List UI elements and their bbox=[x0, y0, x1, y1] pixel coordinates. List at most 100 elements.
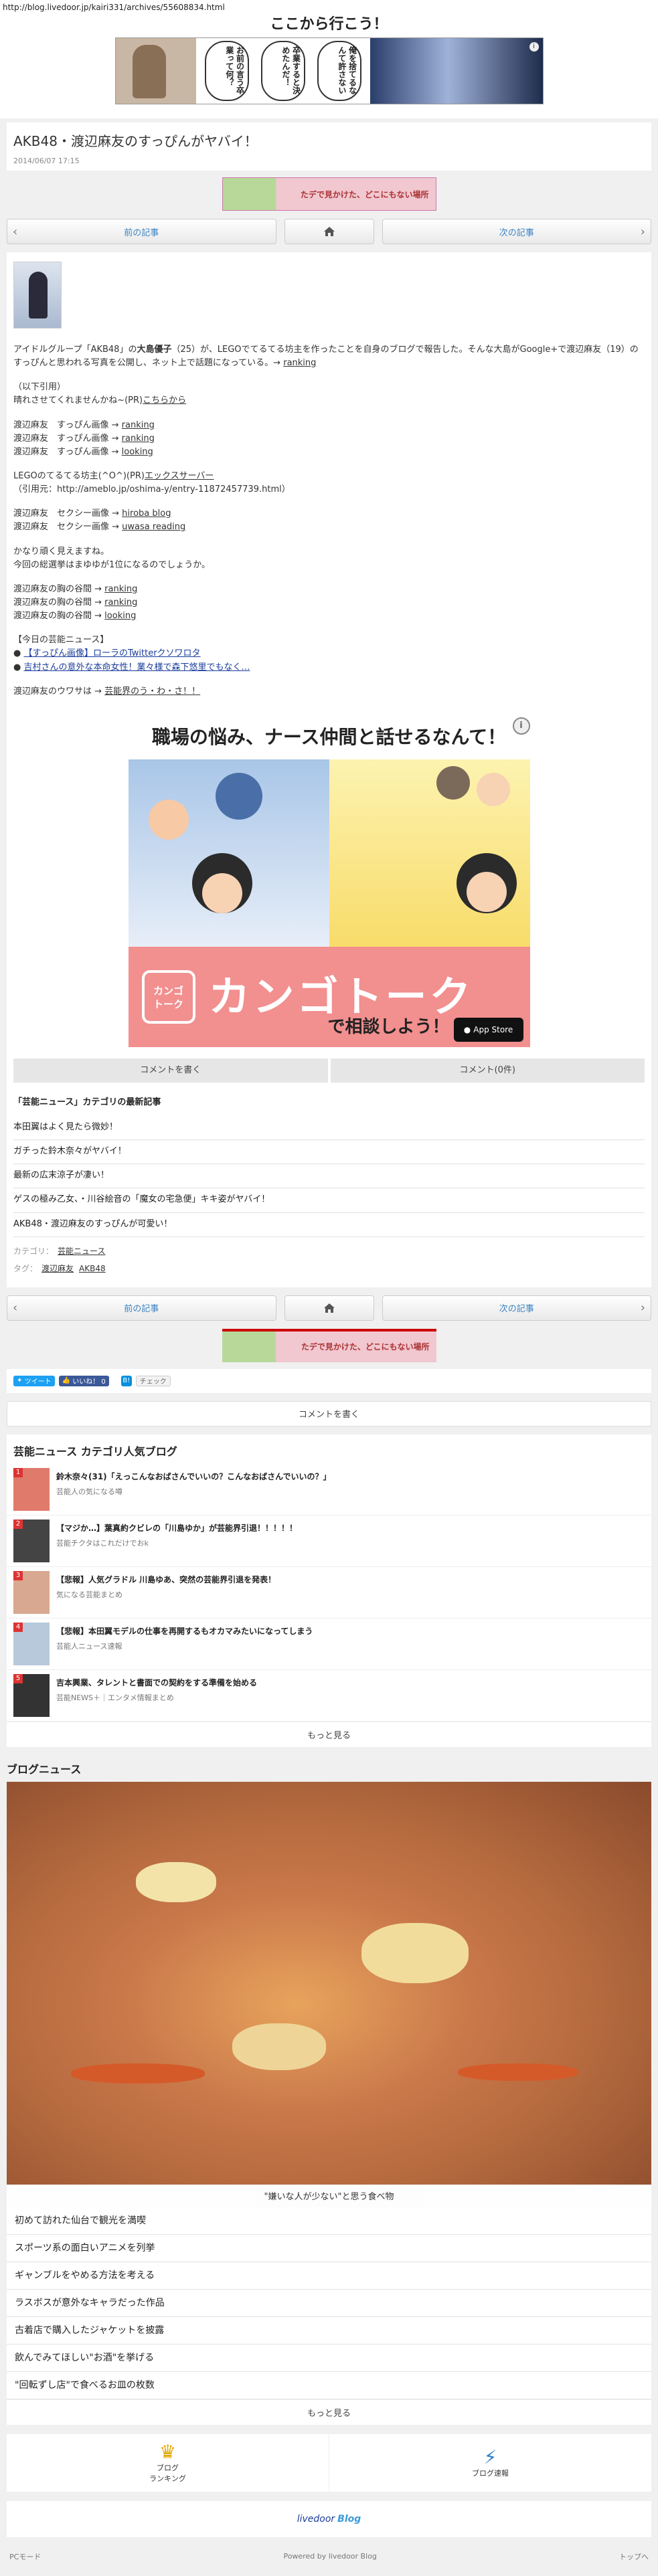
blog-flash-tab[interactable]: ⚡ ブログ速報 bbox=[329, 2433, 651, 2492]
ranking-link[interactable]: ranking bbox=[283, 358, 316, 368]
blog-news-more-button[interactable]: もっと見る bbox=[7, 2399, 651, 2425]
site-title[interactable]: ここから行こう！ bbox=[0, 15, 658, 35]
popular-more-button[interactable]: もっと見る bbox=[7, 1721, 651, 1747]
tag-link[interactable]: 渡辺麻友 bbox=[42, 1264, 74, 1273]
next-article-button[interactable]: 次の記事 › bbox=[382, 1295, 651, 1321]
next-article-button[interactable]: 次の記事 › bbox=[382, 219, 651, 244]
link-group-2: 渡辺麻友 セクシー画像 → hiroba blog 渡辺麻友 セクシー画像 → … bbox=[13, 507, 645, 534]
write-comment-bar[interactable]: コメントを書く bbox=[7, 1400, 651, 1427]
prev-article-button[interactable]: ‹ 前の記事 bbox=[7, 1295, 276, 1321]
home-button[interactable] bbox=[284, 1295, 374, 1321]
link-row-text: 渡辺麻友 すっぴん画像 → bbox=[13, 420, 122, 430]
write-comment-button[interactable]: コメントを書く bbox=[13, 1058, 328, 1083]
blog-news-photo[interactable] bbox=[7, 1781, 651, 2185]
livedoor-blog-logo[interactable]: livedoor Blog bbox=[7, 2500, 651, 2537]
tag-link[interactable]: AKB48 bbox=[79, 1264, 106, 1273]
today-news-link[interactable]: 吉村さんの意外な本命女性！業々様で森下悠里でもなく… bbox=[23, 662, 250, 672]
chevron-right-icon: › bbox=[640, 224, 645, 239]
meta-category-link[interactable]: 芸能ニュース bbox=[58, 1247, 105, 1256]
prev-article-button[interactable]: ‹ 前の記事 bbox=[7, 219, 276, 244]
ranking-item[interactable]: 1 鈴木奈々(31)「えっこんなおばさんでいいの？こんなおばさんでいいの？」 芸能… bbox=[7, 1464, 651, 1515]
link-row-link[interactable]: ranking bbox=[104, 597, 137, 608]
back-to-top-link[interactable]: トップへ bbox=[619, 2551, 649, 2562]
banner-city-image: i bbox=[369, 38, 543, 104]
ranking-title: 吉本興業、タレントと書面での契約をする準備を始める bbox=[56, 1677, 258, 1687]
article-nav-top: ‹ 前の記事 次の記事 › bbox=[7, 219, 651, 244]
closing-line: かなり頑く見えますね。 bbox=[13, 546, 110, 557]
link-row-link[interactable]: ranking bbox=[122, 434, 155, 444]
blog-wordmark: Blog bbox=[337, 2513, 361, 2524]
article-nav-bottom: ‹ 前の記事 次の記事 › bbox=[7, 1295, 651, 1321]
popular-blogs-title: 芸能ニュース カテゴリ人気ブログ bbox=[13, 1445, 177, 1458]
hatena-bookmark-button[interactable]: B! bbox=[120, 1375, 132, 1386]
comment-count-button[interactable]: コメント(0件) bbox=[330, 1058, 645, 1083]
ranking-thumbnail: 4 bbox=[13, 1622, 50, 1665]
list-item[interactable]: 本田翼はよく見たら微妙！ bbox=[13, 1116, 645, 1141]
link-row-link[interactable]: ranking bbox=[104, 584, 137, 594]
rumor-link[interactable]: 芸能界のう・わ・さ！！ bbox=[104, 686, 200, 697]
cite-link[interactable]: こちらから bbox=[143, 395, 186, 405]
like-button[interactable]: 👍 いいね！ 0 bbox=[58, 1375, 109, 1386]
list-item[interactable]: 初めて訪れた仙台で観光を満喫 bbox=[7, 2207, 651, 2235]
lightning-icon: ⚡ bbox=[483, 2446, 497, 2468]
rank-number: 5 bbox=[13, 1673, 23, 1683]
bottom-banner-ad[interactable]: たデで見かけた、どこにもない場所 bbox=[222, 1328, 436, 1362]
app-store-badge[interactable]: ● App Store bbox=[453, 1018, 523, 1042]
crown-icon: ♛ bbox=[159, 2440, 177, 2463]
ad-info-icon[interactable]: i bbox=[512, 717, 530, 735]
list-item[interactable]: "回転ずし店"で食べるお皿の枚数 bbox=[7, 2371, 651, 2399]
ranking-thumbnail: 3 bbox=[13, 1570, 50, 1614]
article-body: アイドルグループ「AKB48」の大島優子（25）が、LEGOでてるてる坊主を作っ… bbox=[7, 252, 651, 1287]
ranking-item[interactable]: 2 【マジか…】葉真約クビレの「川島ゆか」が芸能界引退！！！！！ 芸能チクタはこれ… bbox=[7, 1515, 651, 1567]
link-row-text: 渡辺麻友 セクシー画像 → bbox=[13, 509, 122, 519]
ranking-item[interactable]: 4 【悲報】本田翼モデルの仕事を再開するもオカマみたいになってしまう 芸能人ニュー… bbox=[7, 1619, 651, 1670]
list-item[interactable]: 飲んでみてほしい"お酒"を挙げる bbox=[7, 2344, 651, 2372]
ranking-source: 芸能NEWS＋｜エンタメ情報まとめ bbox=[56, 1693, 174, 1702]
list-item[interactable]: ラスボスが意外なキャラだった作品 bbox=[7, 2289, 651, 2317]
chevron-left-icon: ‹ bbox=[13, 1301, 18, 1315]
list-item[interactable]: 古着店で購入したジャケットを披露 bbox=[7, 2316, 651, 2344]
photo-caption[interactable]: "嫌いな人が少ない"と思う食べ物 bbox=[7, 2184, 651, 2207]
list-item[interactable]: スポーツ系の面白いアニメを列挙 bbox=[7, 2234, 651, 2262]
list-item[interactable]: AKB48・渡辺麻友のすっぴんが可愛い！ bbox=[13, 1213, 645, 1237]
link-row-link[interactable]: looking bbox=[122, 447, 153, 457]
lego-block: LEGOのてるてる坊主(^O^)(PR)エックスサーバー （引用元：http:/… bbox=[13, 470, 645, 496]
ranking-item[interactable]: 5 吉本興業、タレントと書面での契約をする準備を始める 芸能NEWS＋｜エンタメ情… bbox=[7, 1670, 651, 1722]
article-meta: カテゴリ： 芸能ニュース タグ： 渡辺麻友 AKB48 bbox=[13, 1245, 645, 1275]
ranking-title: 【悲報】本田翼モデルの仕事を再開するもオカマみたいになってしまう bbox=[56, 1626, 313, 1636]
page-footer: PCモード Powered by livedoor Blog トップへ bbox=[0, 2537, 658, 2576]
kangotalk-logo: カンゴ トーク bbox=[141, 970, 195, 1024]
link-row-link[interactable]: uwasa reading bbox=[122, 522, 185, 532]
ad-cta-text: で相談しよう！ bbox=[327, 1016, 450, 1037]
list-item[interactable]: ガチった鈴木奈々がヤバイ！ bbox=[13, 1140, 645, 1165]
ranking-thumbnail: 2 bbox=[13, 1519, 50, 1562]
pc-mode-link[interactable]: PCモード bbox=[9, 2551, 41, 2562]
link-row-link[interactable]: hiroba blog bbox=[122, 509, 171, 519]
link-row-link[interactable]: looking bbox=[104, 611, 136, 621]
check-button[interactable]: チェック bbox=[135, 1375, 171, 1386]
article-header: AKB48・渡辺麻友のすっぴんがヤバイ！ 2014/06/07 17:15 bbox=[7, 122, 651, 171]
home-button[interactable] bbox=[284, 219, 374, 244]
thumbs-up-icon: 👍 bbox=[62, 1377, 71, 1385]
banner-character-image bbox=[115, 38, 196, 104]
sponsor-link[interactable]: エックスサーバー bbox=[145, 471, 214, 481]
list-item[interactable]: ギャンブルをやめる方法を考える bbox=[7, 2262, 651, 2290]
home-icon bbox=[323, 227, 335, 236]
list-item[interactable]: ゲスの極み乙女、・川谷絵音の「魔女の宅急便」キキ姿がヤバイ！ bbox=[13, 1188, 645, 1213]
ranking-title: 【マジか…】葉真約クビレの「川島ゆか」が芸能界引退！！！！！ bbox=[56, 1523, 298, 1533]
ad-headline: 職場の悩み、ナース仲間と話せるなんて！ bbox=[151, 725, 507, 748]
tweet-button[interactable]: ✦ ツイート bbox=[13, 1375, 55, 1386]
rank-number: 3 bbox=[13, 1570, 23, 1580]
article-thumbnail[interactable] bbox=[13, 262, 62, 329]
today-news-link[interactable]: 【すっぴん画像】ローラのTwitterクソワロタ bbox=[23, 648, 200, 658]
ranking-item[interactable]: 3 【悲報】人気グラドル 川島ゆあ、突然の芸能界引退を発表！ 気になる芸能まとめ bbox=[7, 1567, 651, 1619]
list-item[interactable]: 最新の広末涼子が凄い！ bbox=[13, 1164, 645, 1189]
blog-ranking-tab[interactable]: ♛ ブログ ランキング bbox=[7, 2434, 329, 2492]
ad-info-icon[interactable]: i bbox=[529, 42, 539, 52]
speech-bubble: お前の言う卒業って何？ bbox=[204, 41, 249, 101]
top-banner-ad[interactable]: お前の言う卒業って何？ 卒業すると決めたんだ！ 俺を捨てるなんて許さない i bbox=[114, 37, 544, 104]
kangotalk-ad[interactable]: i 職場の悩み、ナース仲間と話せるなんて！ カンゴ トーク カンゴトーク で相談… bbox=[128, 717, 530, 1052]
small-banner-ad[interactable]: たデで見かけた、どこにもない場所 bbox=[222, 177, 436, 211]
url-bar[interactable]: http://blog.livedoor.jp/kairi331/archive… bbox=[0, 0, 658, 15]
link-row-link[interactable]: ranking bbox=[122, 420, 155, 430]
